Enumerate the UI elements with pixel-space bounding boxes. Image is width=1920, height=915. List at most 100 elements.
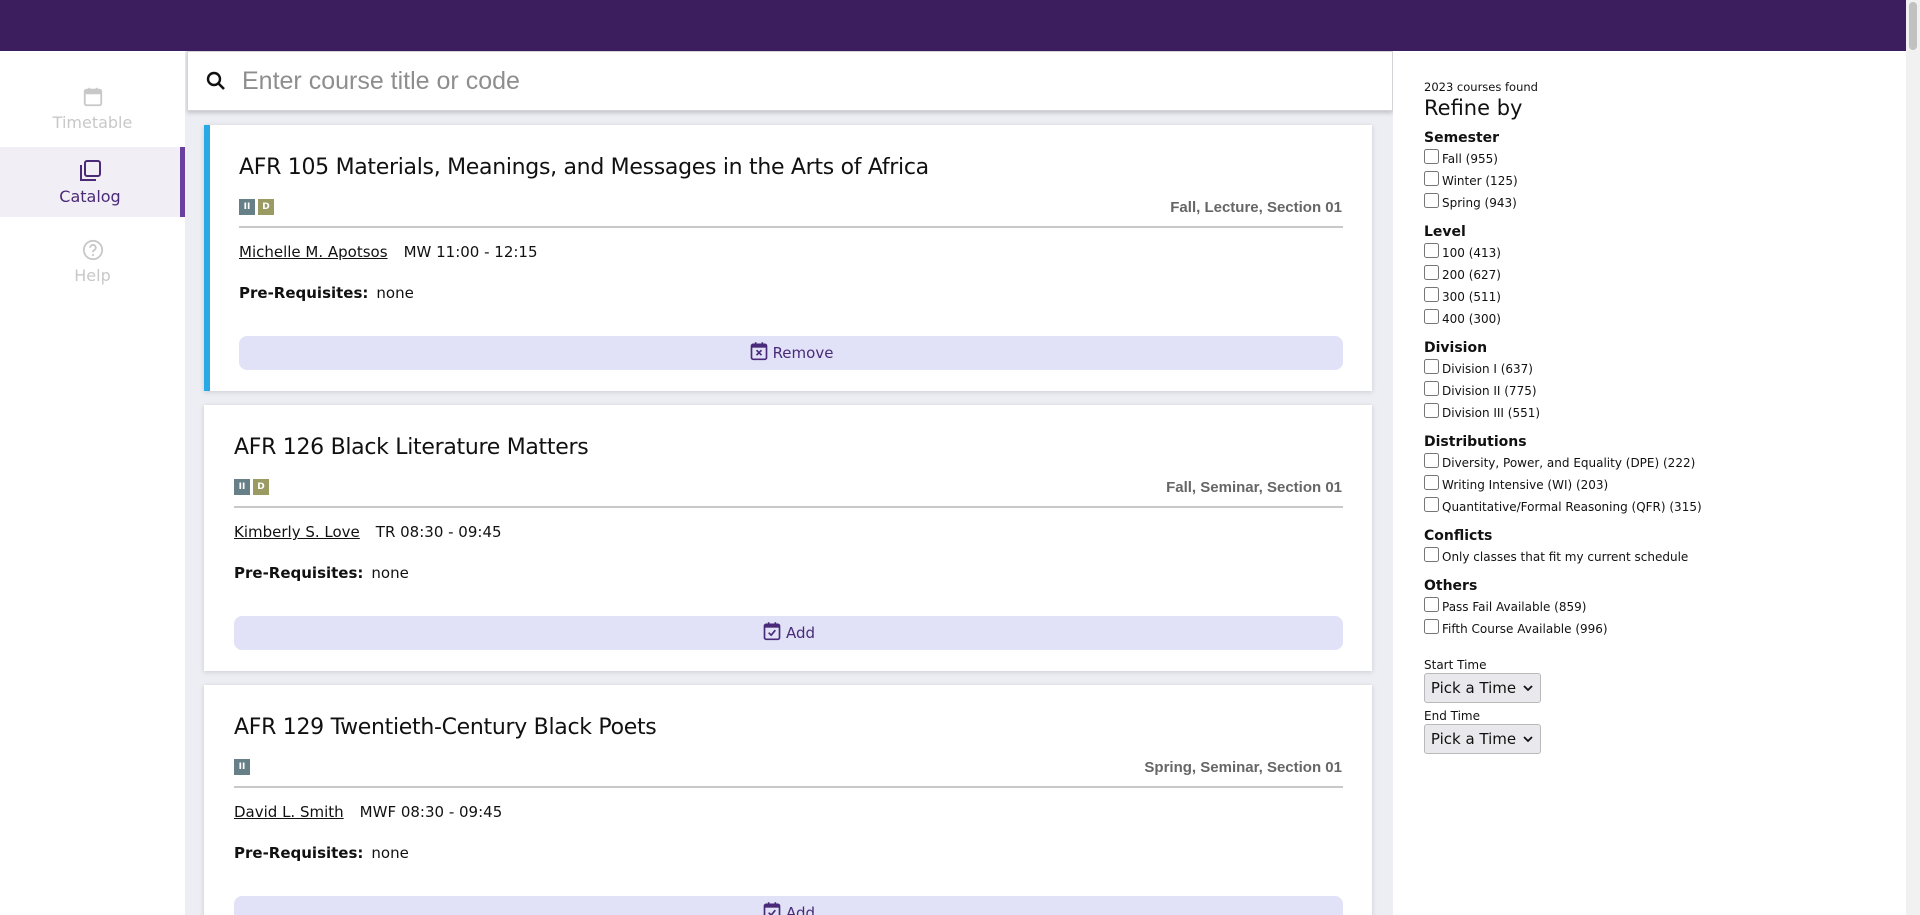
filter-option-label: Division I (637) [1442,362,1533,376]
filter-checkbox[interactable] [1424,496,1439,512]
filter-checkbox[interactable] [1424,242,1439,258]
filter-option-label: Quantitative/Formal Reasoning (QFR) (315… [1442,500,1702,514]
filter-group-title: Division [1424,340,1488,356]
prerequisites: Pre-Requisites: none [234,564,409,582]
filter-group-title: Level [1424,224,1466,240]
filter-option[interactable]: 400 (300) [1424,308,1894,330]
meeting-time: TR 08:30 - 09:45 [375,523,502,541]
end-time-label: End Time [1424,709,1480,723]
prereq-value: none [376,284,414,302]
start-time-picker[interactable]: Pick a Time [1424,673,1541,703]
chevron-down-icon [1522,679,1534,697]
scrollbar-thumb[interactable] [1909,2,1917,50]
filter-checkbox[interactable] [1424,618,1439,634]
instructor-link[interactable]: Michelle M. Apotsos [239,243,388,261]
filter-option-label: Only classes that fit my current schedul… [1442,550,1689,564]
course-card[interactable]: AFR 126 Black Literature Matters II D Fa… [204,405,1372,671]
add-button[interactable]: Add [234,896,1343,915]
start-time-label: Start Time [1424,658,1487,672]
filter-checkbox[interactable] [1424,170,1439,186]
add-button[interactable]: Add [234,616,1343,650]
divider [234,506,1343,508]
instructor-link[interactable]: David L. Smith [234,803,344,821]
filter-checkbox[interactable] [1424,452,1439,468]
filter-option-label: 300 (511) [1442,290,1501,304]
button-label: Add [785,624,816,642]
picker-label: Pick a Time [1430,679,1517,697]
sidebar-item-catalog[interactable]: Catalog [0,147,185,217]
sidebar-item-timetable[interactable]: Timetable [0,73,185,143]
filter-option-label: 400 (300) [1442,312,1501,326]
search-input[interactable] [242,66,1342,96]
filter-option[interactable]: 300 (511) [1424,286,1894,308]
filter-option[interactable]: Division III (551) [1424,402,1894,424]
filter-checkbox[interactable] [1424,596,1439,612]
filter-option[interactable]: Winter (125) [1424,170,1894,192]
filter-option[interactable]: 200 (627) [1424,264,1894,286]
course-badges: II D [239,199,274,215]
filter-option[interactable]: Spring (943) [1424,192,1894,214]
course-card[interactable]: AFR 105 Materials, Meanings, and Message… [204,125,1372,391]
end-time-picker[interactable]: Pick a Time [1424,724,1541,754]
filter-option[interactable]: Writing Intensive (WI) (203) [1424,474,1894,496]
catalog-main: AFR 105 Materials, Meanings, and Message… [185,51,1393,915]
filter-option[interactable]: Division II (775) [1424,380,1894,402]
filter-group-title: Others [1424,578,1478,594]
course-title: AFR 129 Twentieth-Century Black Poets [234,715,657,740]
page-scrollbar[interactable] [1906,0,1920,915]
filter-checkbox[interactable] [1424,308,1439,324]
prerequisites: Pre-Requisites: none [239,284,414,302]
filter-checkbox[interactable] [1424,380,1439,396]
filter-option[interactable]: 100 (413) [1424,242,1894,264]
filter-option-label: Winter (125) [1442,174,1518,188]
filter-option[interactable]: Pass Fail Available (859) [1424,596,1894,618]
filter-option[interactable]: Quantitative/Formal Reasoning (QFR) (315… [1424,496,1894,518]
filter-checkbox[interactable] [1424,192,1439,208]
filter-group-title: Semester [1424,130,1500,146]
prereq-label: Pre-Requisites: [234,564,364,582]
filter-group-division: Division Division I (637) Division II (7… [1424,340,1894,424]
sidebar-item-label: Help [74,266,111,285]
filter-option-label: Division II (775) [1442,384,1537,398]
refine-title: Refine by [1424,96,1523,120]
prerequisites: Pre-Requisites: none [234,844,409,862]
meeting-time: MW 11:00 - 12:15 [403,243,538,261]
filter-option[interactable]: Fall (955) [1424,148,1894,170]
filter-option-label: Writing Intensive (WI) (203) [1442,478,1609,492]
button-label: Add [785,904,816,915]
filter-option-label: 200 (627) [1442,268,1501,282]
filter-option-label: Spring (943) [1442,196,1517,210]
instructor-row: David L. Smith MWF 08:30 - 09:45 [234,803,502,821]
sidebar-item-label: Catalog [59,187,121,206]
course-card[interactable]: AFR 129 Twentieth-Century Black Poets II… [204,685,1372,915]
filter-option-label: Fall (955) [1442,152,1498,166]
calendar-icon [80,84,106,110]
prereq-label: Pre-Requisites: [234,844,364,862]
filter-option-label: Fifth Course Available (996) [1442,622,1608,636]
instructor-link[interactable]: Kimberly S. Love [234,523,360,541]
calendar-remove-icon [749,341,769,365]
filter-checkbox[interactable] [1424,358,1439,374]
filter-checkbox[interactable] [1424,546,1439,562]
filter-group-level: Level 100 (413) 200 (627) 300 (511) 400 … [1424,224,1894,330]
sidebar-item-label: Timetable [52,113,133,132]
division-badge: II [239,199,255,215]
calendar-add-icon [762,901,782,915]
filter-group-conflicts: Conflicts Only classes that fit my curre… [1424,528,1894,568]
filter-checkbox[interactable] [1424,402,1439,418]
filter-checkbox[interactable] [1424,148,1439,164]
filter-option[interactable]: Only classes that fit my current schedul… [1424,546,1894,568]
filter-group-semester: Semester Fall (955) Winter (125) Spring … [1424,130,1894,214]
filter-checkbox[interactable] [1424,286,1439,302]
filter-checkbox[interactable] [1424,474,1439,490]
filter-option[interactable]: Diversity, Power, and Equality (DPE) (22… [1424,452,1894,474]
sidebar-item-help[interactable]: Help [0,226,185,296]
filter-group-title: Conflicts [1424,528,1493,544]
filter-group-others: Others Pass Fail Available (859) Fifth C… [1424,578,1894,640]
remove-button[interactable]: Remove [239,336,1343,370]
filter-checkbox[interactable] [1424,264,1439,280]
filter-option[interactable]: Fifth Course Available (996) [1424,618,1894,640]
filter-option[interactable]: Division I (637) [1424,358,1894,380]
course-badges: II D [234,479,269,495]
calendar-add-icon [762,621,782,645]
